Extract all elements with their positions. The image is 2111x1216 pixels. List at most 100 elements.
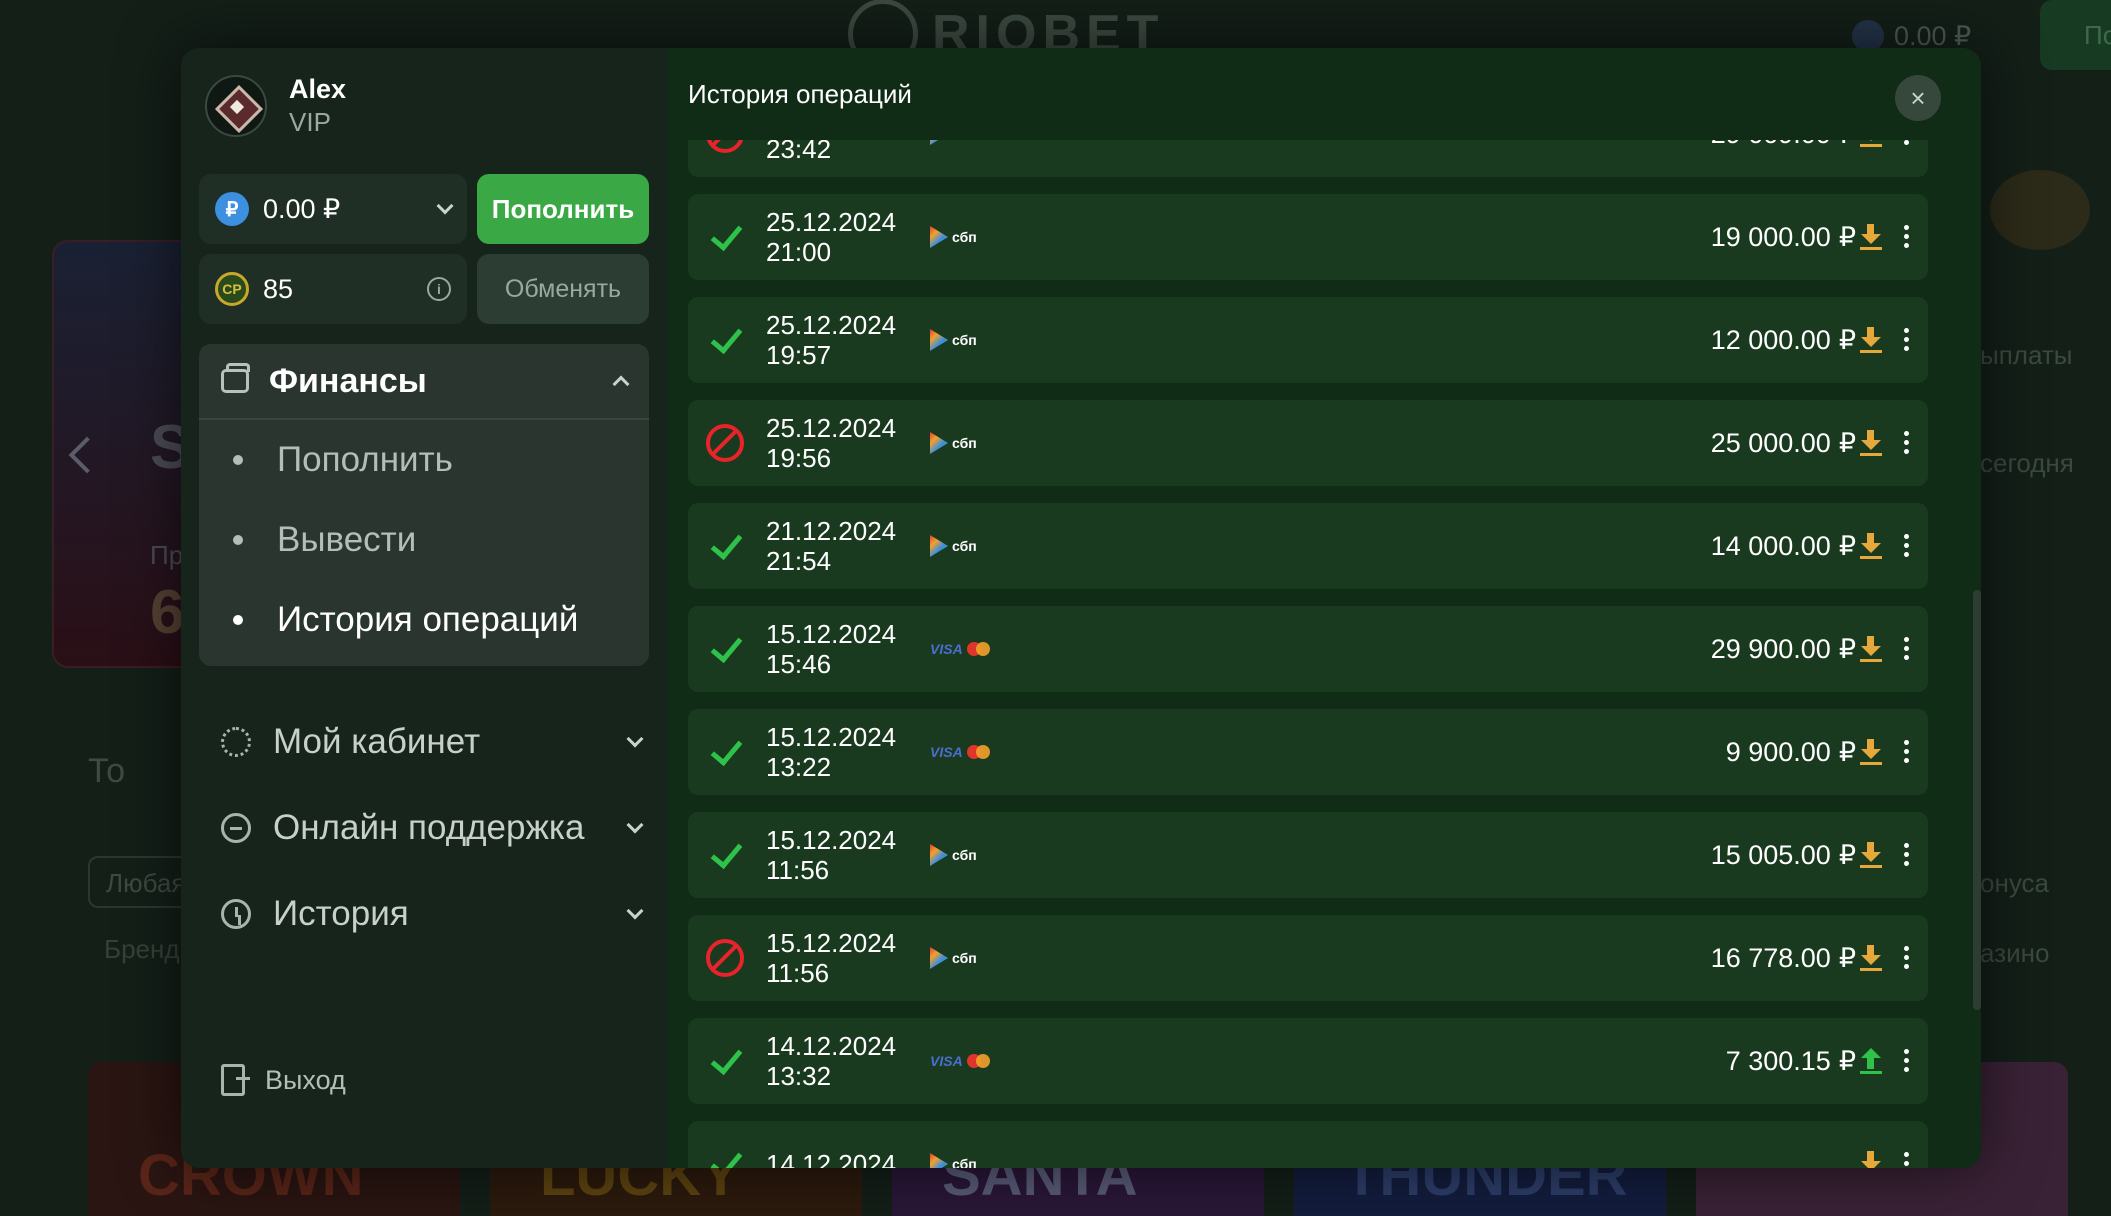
bg-right-text: ыплаты (1980, 340, 2073, 370)
transaction-datetime: 21.12.2024 21:54 (766, 516, 930, 576)
section-title: То (88, 752, 126, 790)
menu-item-history[interactable]: История (221, 884, 644, 944)
transaction-time: 21:54 (766, 546, 832, 576)
table-row[interactable]: 25.12.2024 19:57 сбп 12 000.00 ₽ (688, 297, 1928, 383)
currency-symbol: ₽ (1838, 324, 1856, 355)
table-row[interactable]: 14.12.2024 сбп (688, 1121, 1928, 1168)
transaction-amount: 9 900.00 (1725, 736, 1831, 767)
checkmark-icon (706, 1042, 744, 1080)
scrollbar-thumb[interactable] (1973, 590, 1981, 1010)
exchange-button[interactable]: Обменять (477, 254, 649, 324)
download-arrow-icon (1860, 636, 1882, 662)
table-row[interactable]: 25.12.2024 19:56 сбп 25 000.00 ₽ (688, 400, 1928, 486)
transaction-date: 15.12.2024 (766, 928, 897, 958)
deposit-button[interactable]: Пополнить (477, 174, 649, 244)
transactions-panel: История операций × 25.12.202423:42сбп29 … (668, 48, 1981, 1168)
transaction-date: 15.12.2024 (766, 825, 897, 855)
gear-icon (221, 727, 251, 757)
more-options-icon[interactable] (1904, 1049, 1910, 1073)
scrollbar[interactable] (1973, 140, 1981, 1168)
transactions-list[interactable]: 25.12.202423:42сбп29 009.00₽25.12.202421… (688, 91, 1928, 1168)
finance-menu: Финансы Пополнить Вывести История операц… (199, 344, 649, 666)
menu-item-withdraw[interactable]: Вывести (199, 500, 649, 580)
balance-select[interactable]: ₽ 0.00 ₽ (199, 174, 467, 244)
info-icon[interactable]: i (427, 277, 451, 301)
currency-symbol: ₽ (1838, 1045, 1856, 1076)
logout-icon (221, 1064, 250, 1096)
checkmark-icon (706, 321, 744, 359)
table-row[interactable]: 14.12.2024 13:32 VISA 7 300.15 ₽ (688, 1018, 1928, 1104)
bg-right-text: онуса (1980, 868, 2049, 898)
sbp-logo-icon: сбп (930, 947, 1010, 969)
transaction-amount: 14 000.00 (1710, 530, 1831, 561)
currency-symbol: ₽ (1838, 736, 1856, 767)
user-info: Alex VIP (205, 74, 346, 138)
logout-button[interactable]: Выход (221, 1064, 346, 1096)
transaction-date: 25.12.2024 (766, 207, 897, 237)
header-deposit-button: Пог (2040, 0, 2111, 70)
transaction-date: 15.12.2024 (766, 619, 897, 649)
visa-mastercard-logo-icon: VISA (930, 744, 1010, 760)
profile-sidebar: Alex VIP ₽ 0.00 ₽ Пополнить CP 85 i Обме… (181, 48, 668, 1168)
menu-item-cabinet[interactable]: Мой кабинет (221, 712, 644, 772)
download-arrow-icon (1860, 1151, 1882, 1168)
transaction-datetime: 14.12.2024 13:32 (766, 1031, 930, 1091)
download-arrow-icon (1860, 945, 1882, 971)
transaction-datetime: 15.12.2024 11:56 (766, 825, 930, 885)
menu-item-support[interactable]: Онлайн поддержка (221, 798, 644, 858)
transaction-datetime: 25.12.2024 21:00 (766, 207, 930, 267)
brand-filter: Бренд (104, 934, 180, 964)
transaction-time: 13:22 (766, 752, 832, 782)
transaction-time: 19:57 (766, 340, 832, 370)
currency-symbol: ₽ (1838, 839, 1856, 870)
currency-symbol: ₽ (1838, 530, 1856, 561)
page-title: История операций (688, 78, 912, 109)
currency-symbol: ₽ (1838, 942, 1856, 973)
checkmark-icon (706, 218, 744, 256)
download-arrow-icon (1860, 842, 1882, 868)
checkmark-icon (706, 527, 744, 565)
bullet-icon (233, 535, 243, 545)
headset-icon (221, 813, 251, 843)
more-options-icon[interactable] (1904, 637, 1910, 661)
chevron-down-icon (626, 816, 644, 834)
upload-arrow-icon (1860, 1048, 1882, 1074)
table-row[interactable]: 15.12.2024 13:22 VISA 9 900.00 ₽ (688, 709, 1928, 795)
finance-menu-header[interactable]: Финансы (199, 344, 649, 420)
table-row[interactable]: 15.12.2024 11:56 сбп 16 778.00 ₽ (688, 915, 1928, 1001)
table-row[interactable]: 15.12.2024 15:46 VISA 29 900.00 ₽ (688, 606, 1928, 692)
avatar[interactable] (205, 75, 267, 137)
visa-mastercard-logo-icon: VISA (930, 1053, 1010, 1069)
table-row[interactable]: 21.12.2024 21:54 сбп 14 000.00 ₽ (688, 503, 1928, 589)
menu-item-transactions[interactable]: История операций (199, 580, 649, 660)
user-name: Alex (289, 74, 347, 104)
transaction-amount: 15 005.00 (1710, 839, 1831, 870)
visa-mastercard-logo-icon: VISA (930, 641, 1010, 657)
close-button[interactable]: × (1895, 75, 1941, 121)
table-row[interactable]: 15.12.2024 11:56 сбп 15 005.00 ₽ (688, 812, 1928, 898)
more-options-icon[interactable] (1904, 740, 1910, 764)
transaction-date: 14.12.2024 (766, 1149, 897, 1168)
bg-right-text: азино (1980, 938, 2050, 968)
table-row[interactable]: 25.12.2024 21:00 сбп 19 000.00 ₽ (688, 194, 1928, 280)
bullet-icon (233, 455, 243, 465)
coin-stack-icon (1990, 170, 2090, 250)
menu-item-deposit[interactable]: Пополнить (199, 420, 649, 500)
bg-right-text: сегодня (1980, 448, 2074, 478)
finance-menu-title: Финансы (269, 361, 427, 400)
checkmark-icon (706, 836, 744, 874)
ruble-coin-icon: ₽ (215, 192, 249, 226)
transaction-time: 15:46 (766, 649, 832, 679)
more-options-icon[interactable] (1904, 843, 1910, 867)
more-options-icon[interactable] (1904, 328, 1910, 352)
more-options-icon[interactable] (1904, 946, 1910, 970)
more-options-icon[interactable] (1904, 534, 1910, 558)
transaction-time: 13:32 (766, 1061, 832, 1091)
transaction-datetime: 14.12.2024 (766, 1149, 930, 1168)
more-options-icon[interactable] (1904, 225, 1910, 249)
panel-header: История операций × (668, 48, 1981, 140)
more-options-icon[interactable] (1904, 1152, 1910, 1168)
more-options-icon[interactable] (1904, 431, 1910, 455)
transaction-date: 14.12.2024 (766, 1031, 897, 1061)
currency-symbol: ₽ (1838, 221, 1856, 252)
